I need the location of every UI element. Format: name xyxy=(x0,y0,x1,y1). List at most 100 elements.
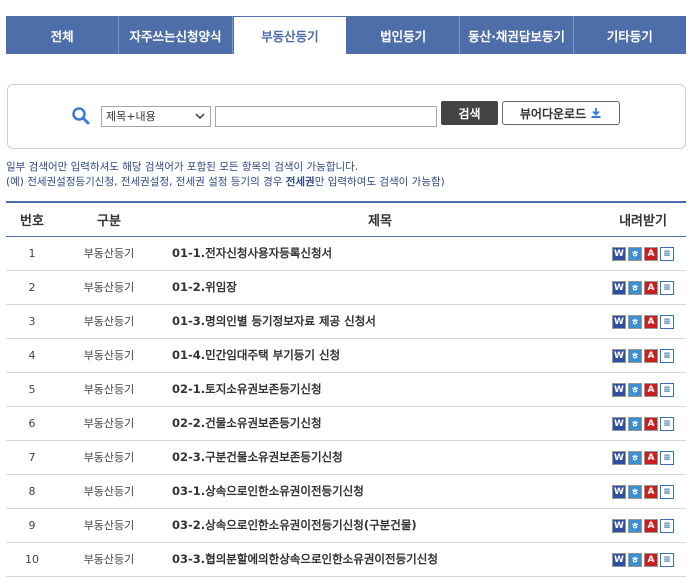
text-icon[interactable]: ≡ xyxy=(660,314,674,329)
hwp-icon[interactable]: ㅎ xyxy=(628,246,642,261)
row-title[interactable]: 01-1.전자신청사용자등록신청서 xyxy=(160,236,600,271)
search-scope-value: 제목+내용 xyxy=(106,110,156,123)
text-icon[interactable]: ≡ xyxy=(660,552,674,567)
row-number: 3 xyxy=(6,304,58,339)
table-header-row: 번호 구분 제목 내려받기 xyxy=(6,202,686,237)
row-downloads: W ㅎ A ≡ xyxy=(600,338,686,373)
row-downloads: W ㅎ A ≡ xyxy=(600,270,686,305)
row-downloads: W ㅎ A ≡ xyxy=(600,542,686,577)
word-icon[interactable]: W xyxy=(612,246,626,261)
tab-movables-claims[interactable]: 동산·채권담보등기 xyxy=(460,16,574,54)
word-icon[interactable]: W xyxy=(612,484,626,499)
table-row: 6 부동산등기 02-2.건물소유권보존등기신청 W ㅎ A ≡ xyxy=(6,406,686,441)
row-category: 부동산등기 xyxy=(58,236,160,271)
text-icon[interactable]: ≡ xyxy=(660,518,674,533)
viewer-download-label: 뷰어다운로드 xyxy=(519,106,587,121)
row-number: 5 xyxy=(6,372,58,407)
table-row: 9 부동산등기 03-2.상속으로인한소유권이전등기신청(구분건물) W ㅎ A ≡ xyxy=(6,508,686,543)
pdf-icon[interactable]: A xyxy=(644,518,658,533)
hwp-icon[interactable]: ㅎ xyxy=(628,314,642,329)
word-icon[interactable]: W xyxy=(612,348,626,363)
tab-corporate[interactable]: 법인등기 xyxy=(347,16,461,54)
hwp-icon[interactable]: ㅎ xyxy=(628,348,642,363)
download-icon xyxy=(591,108,601,118)
search-notice: 일부 검색어만 입력하셔도 해당 검색어가 포함된 모든 항목의 검색이 가능합… xyxy=(6,160,445,190)
word-icon[interactable]: W xyxy=(612,552,626,567)
notice-line-2: (예) 전세권설정등기신청, 전세권설정, 전세권 설정 등기의 경우 전세권만… xyxy=(6,176,445,188)
row-category: 부동산등기 xyxy=(58,270,160,305)
text-icon[interactable]: ≡ xyxy=(660,280,674,295)
tab-real-estate[interactable]: 부동산등기 xyxy=(232,16,347,54)
search-input[interactable] xyxy=(215,106,437,127)
row-number: 1 xyxy=(6,236,58,271)
header-title: 제목 xyxy=(160,202,600,237)
table-row: 1 부동산등기 01-1.전자신청사용자등록신청서 W ㅎ A ≡ xyxy=(6,236,686,271)
header-number: 번호 xyxy=(6,202,58,237)
row-title[interactable]: 01-3.명의인별 등기정보자료 제공 신청서 xyxy=(160,304,600,339)
table-row: 10 부동산등기 03-3.협의분할에의한상속으로인한소유권이전등기신청 W ㅎ A ≡ xyxy=(6,542,686,577)
row-downloads: W ㅎ A ≡ xyxy=(600,474,686,509)
word-icon[interactable]: W xyxy=(612,314,626,329)
word-icon[interactable]: W xyxy=(612,280,626,295)
hwp-icon[interactable]: ㅎ xyxy=(628,416,642,431)
hwp-icon[interactable]: ㅎ xyxy=(628,280,642,295)
pdf-icon[interactable]: A xyxy=(644,314,658,329)
viewer-download-button[interactable]: 뷰어다운로드 xyxy=(502,101,620,125)
header-category: 구분 xyxy=(58,202,160,237)
row-number: 7 xyxy=(6,440,58,475)
word-icon[interactable]: W xyxy=(612,416,626,431)
row-title[interactable]: 03-2.상속으로인한소유권이전등기신청(구분건물) xyxy=(160,508,600,543)
pdf-icon[interactable]: A xyxy=(644,382,658,397)
pdf-icon[interactable]: A xyxy=(644,552,658,567)
hwp-icon[interactable]: ㅎ xyxy=(628,484,642,499)
row-downloads: W ㅎ A ≡ xyxy=(600,406,686,441)
row-title[interactable]: 02-1.토지소유권보존등기신청 xyxy=(160,372,600,407)
tab-all[interactable]: 전체 xyxy=(6,16,120,54)
row-title[interactable]: 01-4.민간임대주택 부기등기 신청 xyxy=(160,338,600,373)
tab-other[interactable]: 기타등기 xyxy=(574,16,686,54)
row-number: 8 xyxy=(6,474,58,509)
word-icon[interactable]: W xyxy=(612,382,626,397)
search-panel: 제목+내용 검색 뷰어다운로드 xyxy=(7,84,686,149)
word-icon[interactable]: W xyxy=(612,450,626,465)
row-category: 부동산등기 xyxy=(58,508,160,543)
hwp-icon[interactable]: ㅎ xyxy=(628,382,642,397)
text-icon[interactable]: ≡ xyxy=(660,348,674,363)
row-number: 2 xyxy=(6,270,58,305)
table-row: 4 부동산등기 01-4.민간임대주택 부기등기 신청 W ㅎ A ≡ xyxy=(6,338,686,373)
text-icon[interactable]: ≡ xyxy=(660,450,674,465)
row-number: 9 xyxy=(6,508,58,543)
header-download: 내려받기 xyxy=(600,202,686,237)
table-row: 3 부동산등기 01-3.명의인별 등기정보자료 제공 신청서 W ㅎ A ≡ xyxy=(6,304,686,339)
forms-table: 번호 구분 제목 내려받기 1 부동산등기 01-1.전자신청사용자등록신청서 W ㅎ A… xyxy=(6,201,686,577)
text-icon[interactable]: ≡ xyxy=(660,484,674,499)
row-title[interactable]: 01-2.위임장 xyxy=(160,270,600,305)
text-icon[interactable]: ≡ xyxy=(660,416,674,431)
pdf-icon[interactable]: A xyxy=(644,450,658,465)
table-row: 8 부동산등기 03-1.상속으로인한소유권이전등기신청 W ㅎ A ≡ xyxy=(6,474,686,509)
tab-frequent-forms[interactable]: 자주쓰는신청양식 xyxy=(119,16,233,54)
row-title[interactable]: 02-3.구분건물소유권보존등기신청 xyxy=(160,440,600,475)
row-downloads: W ㅎ A ≡ xyxy=(600,372,686,407)
pdf-icon[interactable]: A xyxy=(644,280,658,295)
row-title[interactable]: 03-1.상속으로인한소유권이전등기신청 xyxy=(160,474,600,509)
row-downloads: W ㅎ A ≡ xyxy=(600,236,686,271)
table-row: 2 부동산등기 01-2.위임장 W ㅎ A ≡ xyxy=(6,270,686,305)
text-icon[interactable]: ≡ xyxy=(660,246,674,261)
pdf-icon[interactable]: A xyxy=(644,246,658,261)
pdf-icon[interactable]: A xyxy=(644,348,658,363)
row-number: 6 xyxy=(6,406,58,441)
hwp-icon[interactable]: ㅎ xyxy=(628,450,642,465)
row-title[interactable]: 02-2.건물소유권보존등기신청 xyxy=(160,406,600,441)
pdf-icon[interactable]: A xyxy=(644,416,658,431)
search-scope-select[interactable]: 제목+내용 xyxy=(101,106,211,127)
pdf-icon[interactable]: A xyxy=(644,484,658,499)
search-button[interactable]: 검색 xyxy=(441,101,498,125)
hwp-icon[interactable]: ㅎ xyxy=(628,518,642,533)
row-title[interactable]: 03-3.협의분할에의한상속으로인한소유권이전등기신청 xyxy=(160,542,600,577)
hwp-icon[interactable]: ㅎ xyxy=(628,552,642,567)
word-icon[interactable]: W xyxy=(612,518,626,533)
category-tabs: 전체 자주쓰는신청양식 부동산등기 법인등기 동산·채권담보등기 기타등기 xyxy=(6,16,686,54)
row-category: 부동산등기 xyxy=(58,542,160,577)
text-icon[interactable]: ≡ xyxy=(660,382,674,397)
